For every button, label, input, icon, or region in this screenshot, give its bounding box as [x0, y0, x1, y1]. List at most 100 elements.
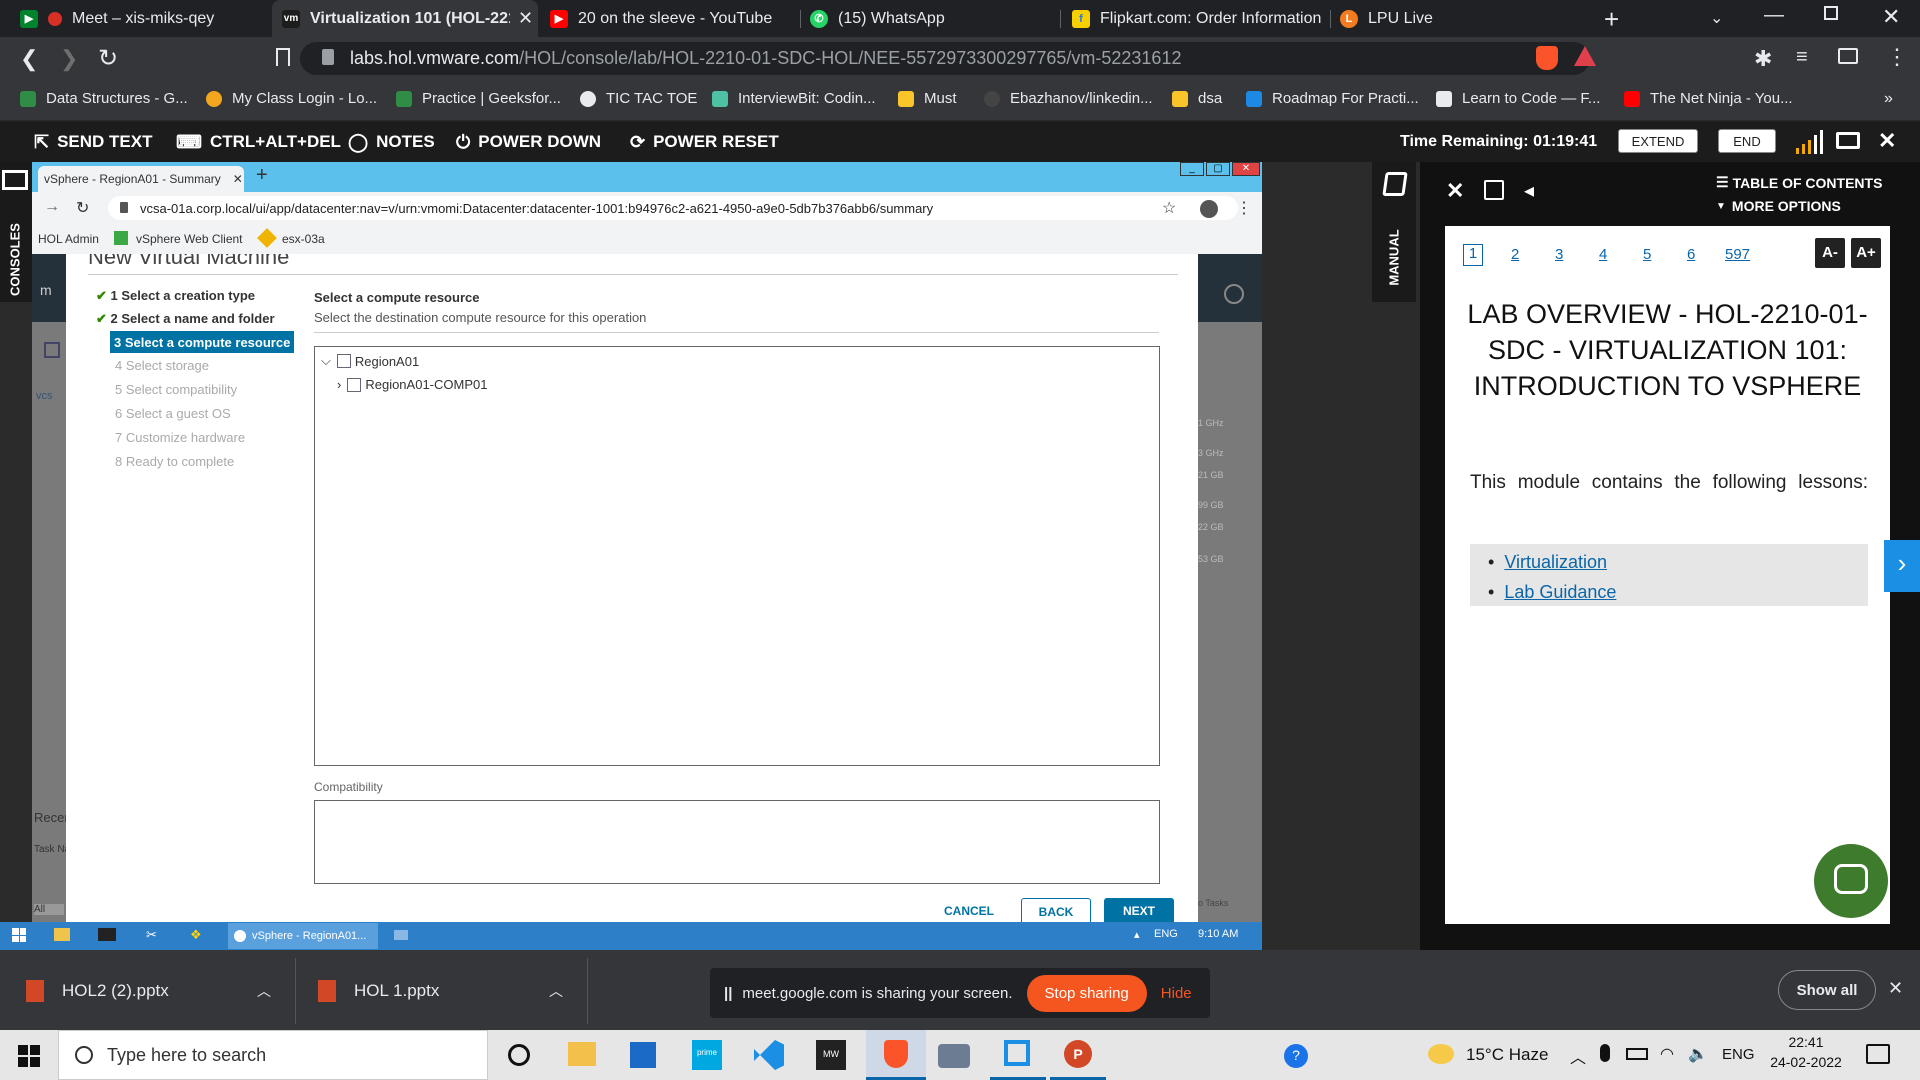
tool-icon[interactable]: ✂ [146, 927, 157, 943]
windows-start-icon[interactable] [18, 1045, 40, 1067]
powerpoint-taskbar-item[interactable]: P [1050, 1030, 1106, 1080]
notifications-icon[interactable] [1866, 1044, 1890, 1064]
extensions-icon[interactable]: ✱ [1754, 46, 1772, 72]
show-all-button[interactable]: Show all [1778, 970, 1876, 1010]
font-decrease-button[interactable]: A- [1815, 238, 1845, 268]
bookmark-item[interactable]: esx-03a [282, 232, 325, 246]
prime-video-icon[interactable]: prime [692, 1040, 722, 1070]
vm-start-icon[interactable] [12, 928, 26, 942]
folder-icon[interactable] [54, 928, 70, 941]
extend-button[interactable]: EXTEND [1618, 129, 1698, 153]
help-icon[interactable]: ? [1284, 1044, 1308, 1068]
download-item[interactable]: HOL 1.pptx ︿ [296, 958, 588, 1024]
popout-icon[interactable] [1484, 180, 1504, 200]
chevron-down-icon[interactable]: ⌵ [321, 353, 331, 369]
file-explorer-icon[interactable] [568, 1042, 596, 1066]
wifi-icon[interactable]: ◠ [1660, 1044, 1674, 1064]
tab-flipkart[interactable]: f Flipkart.com: Order Information [1062, 0, 1330, 37]
bookmark-item[interactable]: InterviewBit: Codin... [712, 90, 876, 107]
chat-support-icon[interactable] [1814, 844, 1888, 918]
forward-icon[interactable]: ❯ [60, 46, 78, 72]
font-increase-button[interactable]: A+ [1851, 238, 1881, 268]
wizard-step[interactable]: 7 Customize hardware [115, 430, 245, 445]
close-downloads-icon[interactable]: ✕ [1888, 978, 1903, 999]
ctrl-alt-del-button[interactable]: ⌨ CTRL+ALT+DEL [176, 122, 341, 162]
bookmark-folder[interactable]: Must [898, 90, 957, 107]
store-icon[interactable] [630, 1042, 656, 1068]
reading-list-icon[interactable]: ≡ [1796, 46, 1808, 69]
bookmark-item[interactable]: My Class Login - Lo... [206, 90, 377, 107]
download-item[interactable]: HOL2 (2).pptx ︿ [0, 958, 296, 1024]
tab-meet[interactable]: ▶ Meet – xis-miks-qey [10, 0, 268, 37]
page-link[interactable]: 4 [1599, 246, 1607, 263]
page-link[interactable]: 597 [1725, 246, 1750, 263]
power-reset-button[interactable]: ⟳ POWER RESET [630, 122, 779, 162]
more-options-button[interactable]: ▼ MORE OPTIONS [1716, 198, 1841, 214]
tree-node[interactable]: › RegionA01-COMP01 [337, 377, 487, 392]
taskbar-clock[interactable]: 22:41 24-02-2022 [1766, 1034, 1846, 1070]
close-tab-icon[interactable]: ✕ [233, 172, 243, 186]
tab-whatsapp[interactable]: ✆ (15) WhatsApp [800, 0, 1060, 37]
power-down-button[interactable]: ⏻ POWER DOWN [456, 122, 601, 162]
vmware-taskbar-item[interactable] [990, 1030, 1046, 1080]
battery-icon[interactable] [1626, 1048, 1648, 1060]
back-button[interactable]: BACK [1021, 898, 1091, 922]
address-bar[interactable]: labs.hol.vmware.com/HOL/console/lab/HOL-… [300, 42, 1590, 75]
taskbar-search[interactable]: Type here to search [58, 1030, 488, 1080]
taskbar-lang[interactable]: ENG [1722, 1046, 1755, 1063]
tab-virtualization[interactable]: vm Virtualization 101 (HOL-2210 ✕ [272, 0, 538, 37]
chevron-right-icon[interactable]: › [337, 377, 341, 392]
new-tab-button[interactable]: + [1604, 4, 1619, 35]
bookmark-item[interactable]: Learn to Code — F... [1436, 90, 1600, 107]
wizard-step[interactable]: ✔ 2 Select a name and folder [96, 311, 275, 327]
new-tab-button[interactable]: + [256, 164, 268, 187]
brave-shield-icon[interactable] [1536, 46, 1558, 70]
chevron-up-icon[interactable]: ︿ [549, 981, 563, 1001]
stop-sharing-button[interactable]: Stop sharing [1026, 974, 1147, 1012]
page-link-current[interactable]: 1 [1463, 244, 1483, 266]
hide-button[interactable]: Hide [1161, 985, 1192, 1002]
reload-icon[interactable]: ↻ [98, 44, 118, 73]
table-of-contents-button[interactable]: ☰ TABLE OF CONTENTS [1716, 174, 1882, 191]
tray-up-icon[interactable]: ▴ [1134, 928, 1140, 941]
app-icon[interactable] [394, 930, 408, 940]
game-icon[interactable]: MW [816, 1040, 846, 1070]
lesson-link[interactable]: • Virtualization [1488, 552, 1607, 573]
wizard-step[interactable]: 6 Select a guest OS [115, 406, 231, 421]
terminal-icon[interactable] [98, 928, 116, 941]
bookmark-item[interactable]: HOL Admin [38, 232, 99, 246]
tab-youtube[interactable]: ▶ 20 on the sleeve - YouTube [540, 0, 800, 37]
back-icon[interactable]: ❮ [20, 46, 38, 72]
more-bookmarks-icon[interactable]: » [1884, 90, 1893, 108]
close-icon[interactable]: ✕ [1446, 178, 1464, 204]
bookmark-item[interactable]: Data Structures - G... [20, 90, 188, 107]
page-link[interactable]: 5 [1643, 246, 1651, 263]
restore-window-icon[interactable] [1824, 6, 1838, 20]
bookmark-item[interactable]: Roadmap For Practi... [1246, 90, 1419, 107]
chevron-up-icon[interactable]: ︿ [257, 981, 271, 1001]
send-text-button[interactable]: ⇱ SEND TEXT [34, 122, 153, 162]
menu-icon[interactable]: ⋮ [1236, 198, 1252, 218]
bookmark-item[interactable]: Practice | Geeksfor... [396, 90, 561, 107]
manual-tab[interactable]: MANUAL [1372, 162, 1416, 302]
tab-lpu[interactable]: L LPU Live [1330, 0, 1570, 37]
bookmark-item[interactable]: The Net Ninja - You... [1624, 90, 1793, 107]
profile-icon[interactable] [1200, 200, 1218, 218]
brave-rewards-icon[interactable] [1574, 46, 1596, 66]
close-window-icon[interactable]: ✕ [1882, 4, 1900, 30]
page-link[interactable]: 6 [1687, 246, 1695, 263]
wizard-step[interactable]: ✔ 1 Select a creation type [96, 288, 255, 304]
end-button[interactable]: END [1718, 129, 1776, 153]
wallet-icon[interactable] [1838, 48, 1858, 64]
tree-node[interactable]: ⌵ RegionA01 [321, 353, 419, 369]
tray-chevron-icon[interactable]: ︿ [1570, 1044, 1586, 1068]
close-icon[interactable]: ✕ [1878, 128, 1896, 154]
page-link[interactable]: 3 [1555, 246, 1563, 263]
bookmark-item[interactable]: Ebazhanov/linkedin... [984, 90, 1153, 107]
page-link[interactable]: 2 [1511, 246, 1519, 263]
reload-icon[interactable]: ↻ [76, 198, 89, 218]
weather-icon[interactable] [1428, 1044, 1454, 1064]
bookmark-icon[interactable] [276, 48, 290, 66]
bookmark-item[interactable]: TIC TAC TOE [580, 90, 697, 107]
minimize-icon[interactable]: _ [1180, 162, 1204, 176]
